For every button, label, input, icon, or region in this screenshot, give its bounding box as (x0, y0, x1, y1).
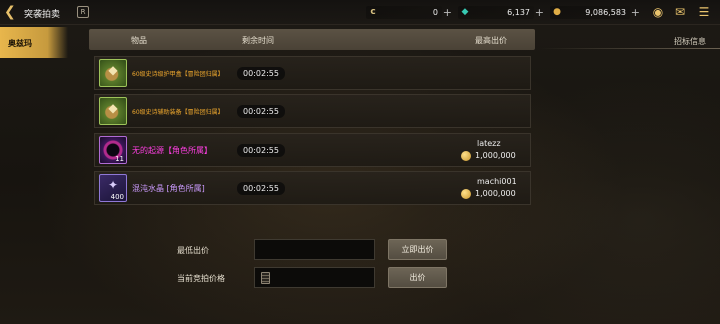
currency-2-value: 6,137 (507, 8, 530, 17)
time-remaining: 00:02:55 (237, 105, 285, 118)
buy-now-button[interactable]: 立即出价 (388, 239, 447, 260)
gold-coin-icon (461, 151, 471, 161)
current-price-label: 当前竞拍价格 (177, 274, 225, 283)
bid-info-tab[interactable]: 招标信息 (674, 36, 706, 47)
table-row[interactable]: 11 无的起源【角色所属】 00:02:55 latezz 1,000,000 (94, 133, 531, 167)
gold-coin-icon (461, 189, 471, 199)
gold-coin-icon: ● (553, 7, 561, 17)
money-bag-icon[interactable]: ◉ (650, 5, 666, 19)
column-item: 物品 (131, 36, 147, 45)
sidebar-tab-label: 奥兹玛 (8, 39, 32, 48)
sidebar-tab-ozma[interactable]: 奥兹玛 (0, 27, 68, 58)
item-name: 混沌水晶 [角色所属] (132, 184, 205, 193)
mail-icon[interactable]: ✉ (672, 5, 688, 19)
book-icon[interactable]: R (77, 6, 89, 18)
min-bid-field[interactable] (254, 239, 375, 260)
green-chest-icon[interactable]: ◆ (99, 59, 127, 87)
table-header: 物品 剩余时间 最高出价 (89, 29, 535, 50)
bid-amount-field[interactable] (254, 267, 375, 288)
add-currency-3-button[interactable]: + (631, 6, 640, 19)
item-name: 60级史诗级护甲盒【冒险团归属】 (132, 71, 224, 78)
time-remaining: 00:02:55 (237, 67, 285, 80)
item-quantity: 400 (110, 193, 124, 201)
table-row[interactable]: ◆ 60级史诗级护甲盒【冒险团归属】 00:02:55 (94, 56, 531, 90)
table-row[interactable]: ◆ 60级史诗辅助装备【冒险团归属】 00:02:55 (94, 94, 531, 128)
currency-1-value: 0 (432, 8, 438, 17)
calculator-icon[interactable] (261, 272, 270, 284)
table-row[interactable]: ✦ 400 混沌水晶 [角色所属] 00:02:55 machi001 1,00… (94, 171, 531, 205)
back-arrow-icon[interactable]: ❮ (4, 5, 20, 20)
highest-bid-price: 1,000,000 (475, 151, 516, 160)
currency-bar-3: ● 9,086,583 + (550, 5, 640, 20)
item-name: 60级史诗辅助装备【冒险团归属】 (132, 109, 224, 116)
green-chest-icon[interactable]: ◆ (99, 97, 127, 125)
highest-bid-price: 1,000,000 (475, 189, 516, 198)
coin-c-icon: c (370, 7, 376, 17)
add-currency-2-button[interactable]: + (535, 6, 544, 19)
page-title: 突袭拍卖 (24, 10, 61, 20)
item-name: 无的起源【角色所属】 (132, 146, 212, 155)
currency-3-value: 9,086,583 (585, 8, 626, 17)
time-remaining: 00:02:55 (237, 144, 285, 157)
bid-button[interactable]: 出价 (388, 267, 447, 288)
add-currency-1-button[interactable]: + (443, 6, 452, 19)
item-quantity: 11 (115, 155, 124, 163)
top-bar: ❮ 突袭拍卖 R c 0 + ◆ 6,137 + ● 9,086,583 + ◉… (0, 0, 720, 25)
time-remaining: 00:02:55 (237, 182, 285, 195)
divider (540, 48, 720, 49)
currency-bar-2: ◆ 6,137 + (458, 5, 544, 20)
min-bid-label: 最低出价 (177, 246, 209, 255)
purple-orb-icon[interactable]: 11 (99, 136, 127, 164)
crystal-icon[interactable]: ✦ 400 (99, 174, 127, 202)
column-time-remaining: 剩余时间 (242, 36, 274, 45)
column-highest-bid: 最高出价 (475, 36, 507, 45)
menu-icon[interactable]: ☰ (696, 5, 712, 19)
currency-bar-1: c 0 + (366, 5, 452, 20)
gem-icon: ◆ (461, 7, 469, 17)
top-bidder: latezz (477, 139, 501, 148)
top-bidder: machi001 (477, 177, 517, 186)
